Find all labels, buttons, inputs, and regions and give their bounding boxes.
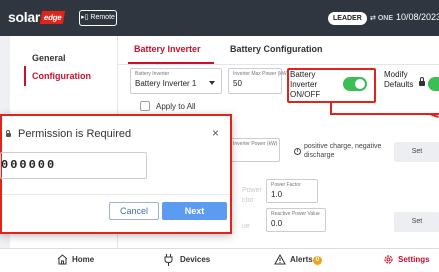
power-factor-label: Power Factor (271, 182, 301, 188)
top-bar: solar edge ▸▯ Remote LEADER ⇄ ONE 10/08/2… (0, 0, 439, 36)
gear-icon (384, 255, 393, 264)
tab-battery-inverter[interactable]: Battery Inverter (134, 44, 201, 54)
bottom-nav: Home Devices Alerts 0 Settings (0, 248, 439, 272)
power-factor-field[interactable]: Power Factor 1.0 (266, 179, 318, 203)
inverter-power-label: Inverter Power (kW) (233, 141, 278, 147)
modal-title: Permission is Required (18, 128, 132, 140)
charge-note: positive charge, negative discharge (304, 143, 382, 159)
tab-divider (118, 64, 439, 65)
max-power-value: 50 (233, 79, 242, 88)
lock-icon (6, 130, 11, 137)
reactive-mode-hint: ue (242, 223, 250, 230)
solaredge-logo: solar edge (8, 9, 66, 26)
power-factor-value: 1.0 (271, 190, 283, 199)
inverter-power-field[interactable]: Inverter Power (kW) (228, 138, 280, 162)
set-reactive-button[interactable]: Set (394, 212, 439, 232)
modal-divider (2, 194, 230, 195)
nav-home-label: Home (72, 255, 95, 264)
plug-icon (164, 254, 173, 266)
sidebar-item-configuration[interactable]: Configuration (10, 58, 118, 94)
tab-battery-configuration[interactable]: Battery Configuration (230, 44, 323, 54)
one-status: ⇄ ONE (370, 14, 393, 22)
remote-label: Remote (90, 14, 115, 21)
next-button[interactable]: Next (162, 202, 227, 220)
permission-modal: Permission is Required × 000000 Cancel N… (0, 114, 232, 234)
inverter-select-label: Battery Inverter (135, 71, 170, 77)
warning-icon (274, 254, 286, 265)
inverter-select[interactable]: Battery Inverter Battery Inverter 1 (130, 68, 222, 94)
datetime: 10/08/2023 21 (396, 12, 439, 22)
toggle-knob (355, 79, 365, 89)
logo-text: solar (8, 9, 40, 25)
max-power-label: Inverter Max Power (kW) (233, 71, 289, 77)
nav-alerts-label: Alerts (290, 255, 313, 264)
apply-all-label: Apply to All (156, 102, 196, 111)
alerts-count-badge: 0 (313, 256, 322, 265)
one-label: ONE (377, 15, 393, 22)
onoff-toggle[interactable] (343, 77, 367, 91)
apply-all-checkbox[interactable] (140, 101, 150, 111)
reactive-value-label: Reactive Power Value (271, 211, 320, 217)
onoff-label: Battery Inverter ON/OFF (290, 70, 321, 99)
remote-button[interactable]: ▸▯ Remote (79, 10, 117, 26)
set-power-button[interactable]: Set (394, 142, 439, 162)
nav-settings-label: Settings (398, 255, 430, 264)
home-icon (57, 254, 68, 265)
sync-icon: ⇄ (370, 15, 376, 22)
logo-box: edge (39, 11, 66, 24)
password-input[interactable]: 000000 (0, 152, 147, 179)
callout-line (330, 113, 439, 115)
reactive-value-value: 0.0 (271, 219, 283, 228)
nav-devices-label: Devices (180, 255, 211, 264)
inverter-select-value: Battery Inverter 1 (135, 79, 197, 88)
chevron-down-icon (209, 81, 215, 85)
close-icon[interactable]: × (212, 126, 219, 140)
info-icon: i (294, 148, 301, 155)
max-power-field[interactable]: Inverter Max Power (kW) 50 (228, 68, 288, 94)
modify-defaults-label: Modify Defaults (384, 70, 414, 89)
lock-icon (419, 77, 425, 86)
reactive-mode-hint: ctor (242, 197, 254, 204)
leader-badge: LEADER (328, 12, 367, 25)
remote-icon: ▸▯ (81, 14, 89, 21)
modify-defaults-toggle[interactable] (428, 77, 439, 91)
reactive-value-field[interactable]: Reactive Power Value 0.0 (266, 208, 326, 232)
cancel-button[interactable]: Cancel (109, 202, 159, 220)
reactive-mode-hint: Power (242, 187, 262, 194)
